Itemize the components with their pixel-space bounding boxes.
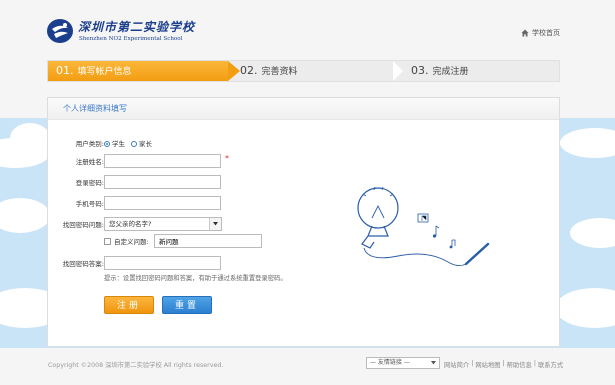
phone-row: 手机号码: xyxy=(48,196,248,210)
school-logo[interactable]: 深圳市第二实验学校 Shenzhen NO2 Experimental Scho… xyxy=(46,17,194,47)
question-label: 找回密码问题: xyxy=(62,221,104,229)
user-type-parent[interactable]: 家长 xyxy=(131,138,152,148)
friend-links-placeholder: — 友情链接 — xyxy=(370,359,410,366)
footer-link-about[interactable]: 网站简介 xyxy=(444,360,469,369)
cloud-decoration xyxy=(560,128,615,158)
step-number: 03. xyxy=(411,64,429,77)
reset-button[interactable]: 重置 xyxy=(162,296,212,314)
custom-question-checkbox[interactable] xyxy=(104,237,111,245)
answer-row: 找回密码答案: xyxy=(48,256,248,270)
page-footer: Copyright ©2008 深圳市第二实验学校 All rights res… xyxy=(0,348,615,385)
footer-link-sitemap[interactable]: 网站地图 xyxy=(475,360,500,369)
question-selected-value: 您父亲的名字? xyxy=(109,220,152,228)
required-mark: * xyxy=(225,154,229,163)
panel-title: 个人详细资料填写 xyxy=(48,98,559,120)
footer-link-help[interactable]: 帮助信息 xyxy=(507,360,532,369)
footer-links: 网站简介 | 网站地图 | 帮助信息 | 联系方式 xyxy=(444,360,563,369)
radio-unselected-icon xyxy=(131,141,137,147)
chevron-down-icon xyxy=(431,361,436,365)
name-input[interactable] xyxy=(104,154,221,168)
user-type-label: 用户类别: xyxy=(75,140,104,148)
copyright-text: Copyright ©2008 深圳市第二实验学校 All rights res… xyxy=(48,362,224,369)
step-fill-account: 01. 填写帐户信息 xyxy=(48,61,228,81)
custom-question-input[interactable] xyxy=(154,234,262,248)
school-home-link[interactable]: 学校首页 xyxy=(521,28,560,38)
step-number: 02. xyxy=(240,64,258,77)
answer-input[interactable] xyxy=(104,256,221,270)
cloud-decoration xyxy=(0,198,50,233)
step-label: 填写帐户信息 xyxy=(77,67,132,77)
password-row: 登录密码: xyxy=(48,175,248,189)
lightbulb-illustration xyxy=(357,186,490,267)
custom-question-row: 自定义问题: xyxy=(48,234,308,248)
user-type-row: 用户类别: 学生 家长 xyxy=(48,136,248,150)
phone-label: 手机号码: xyxy=(75,200,104,208)
footer-link-contact[interactable]: 联系方式 xyxy=(538,360,563,369)
user-type-option-label: 家长 xyxy=(139,140,152,148)
password-label: 登录密码: xyxy=(75,179,104,187)
cloud-decoration xyxy=(10,123,50,153)
home-icon xyxy=(521,29,529,37)
cloud-decoration xyxy=(570,218,615,248)
step-separator xyxy=(393,61,403,81)
footer-separator: | xyxy=(471,360,474,367)
password-input[interactable] xyxy=(104,175,221,189)
step-label: 完成注册 xyxy=(432,67,469,77)
password-hint: 提示：设置找回密码问题和答案，有助于通过系统重置登录密码。 xyxy=(104,275,287,282)
step-number: 01. xyxy=(56,64,74,77)
school-emblem-icon xyxy=(47,19,73,43)
step-label: 完善资料 xyxy=(261,67,298,77)
register-button[interactable]: 注册 xyxy=(104,296,154,314)
name-label: 注册姓名: xyxy=(75,158,104,166)
custom-question-label: 自定义问题: xyxy=(114,238,149,246)
name-row: 注册姓名: * xyxy=(48,154,248,168)
step-finish-registration: 03. 完成注册 xyxy=(411,61,469,81)
logo-english-name: Shenzhen NO2 Experimental School xyxy=(79,36,183,42)
user-type-student[interactable]: 学生 xyxy=(104,138,125,148)
user-type-option-label: 学生 xyxy=(112,140,125,148)
phone-input[interactable] xyxy=(104,196,221,210)
registration-panel: 个人详细资料填写 用户类别: 学生 家长 注册姓名: * 登录密码: 手机号码:… xyxy=(47,97,560,347)
question-row: 找回密码问题: 您父亲的名字? xyxy=(48,217,248,231)
footer-separator: | xyxy=(533,360,536,367)
question-select[interactable]: 您父亲的名字? xyxy=(104,217,222,231)
cloud-decoration xyxy=(555,288,615,328)
page-header: 深圳市第二实验学校 Shenzhen NO2 Experimental Scho… xyxy=(0,0,615,60)
logo-chinese-name: 深圳市第二实验学校 xyxy=(78,20,196,34)
footer-separator: | xyxy=(502,360,505,367)
friend-links-select[interactable]: — 友情链接 — xyxy=(366,357,440,369)
chevron-down-icon xyxy=(209,218,221,230)
step-complete-profile: 02. 完善资料 xyxy=(240,61,298,81)
radio-selected-icon xyxy=(104,141,110,147)
home-link-label: 学校首页 xyxy=(532,29,560,37)
registration-steps: 01. 填写帐户信息 02. 完善资料 03. 完成注册 xyxy=(47,60,560,82)
answer-label: 找回密码答案: xyxy=(62,260,104,268)
active-step-arrow xyxy=(228,61,240,81)
